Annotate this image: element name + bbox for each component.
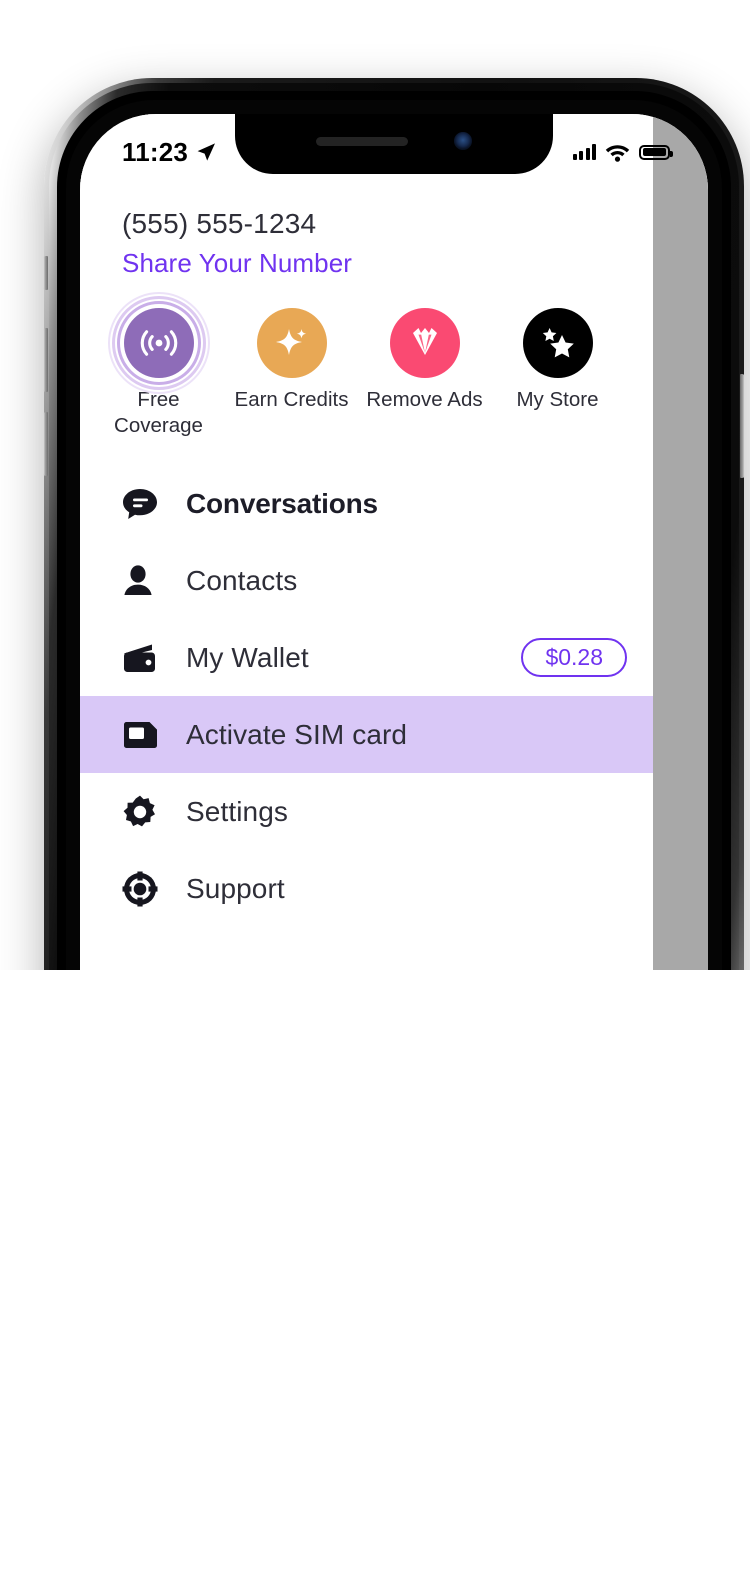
menu-item-label: My Wallet (186, 641, 309, 673)
quick-action-free-coverage[interactable]: Free Coverage (92, 292, 225, 439)
life-ring-icon (122, 871, 168, 907)
power-button[interactable] (740, 374, 745, 478)
earpiece-speaker (316, 136, 408, 146)
status-bar-left: 11:23 (122, 137, 217, 168)
quick-action-label: Remove Ads (366, 388, 483, 411)
menu-item-label: Contacts (186, 564, 298, 596)
volume-down-button[interactable] (43, 412, 48, 476)
quick-action-label-2: Coverage (114, 414, 203, 437)
menu-item-activate-sim-card[interactable]: Activate SIM card (80, 696, 653, 773)
quick-action-label: My Store (516, 388, 599, 411)
screenshot-bottom-edge (0, 970, 750, 1570)
menu-item-support[interactable]: Support (80, 850, 653, 927)
quick-action-my-store[interactable]: My Store (491, 301, 624, 439)
broadcast-signal-icon (123, 308, 194, 378)
quick-action-remove-ads[interactable]: Remove Ads (358, 301, 491, 439)
location-arrow-icon (197, 143, 216, 161)
silent-switch-button[interactable] (43, 256, 48, 290)
menu-item-label: Settings (186, 795, 288, 827)
phone-number: (555) 555-1234 (122, 208, 317, 239)
device-notch (235, 114, 553, 174)
drawer-menu-list: Conversations Contacts My Wallet $0.28 A… (80, 465, 653, 927)
sim-card-icon (122, 721, 168, 749)
wallet-icon (122, 642, 168, 674)
quick-actions-row: Free Coverage Earn Credits Remove Ads My… (80, 285, 653, 443)
diamond-icon (389, 308, 460, 378)
person-icon (122, 564, 168, 598)
battery-full-icon (639, 144, 673, 160)
menu-item-conversations[interactable]: Conversations (80, 465, 653, 542)
status-bar-right (572, 143, 673, 162)
volume-up-button[interactable] (43, 328, 48, 392)
stars-icon (522, 308, 593, 378)
chat-bubble-icon (122, 487, 168, 521)
front-camera (454, 132, 472, 150)
quick-action-label: Earn Credits (234, 388, 349, 411)
sparkle-icon (256, 308, 327, 378)
menu-item-label: Activate SIM card (186, 718, 408, 750)
share-number-link[interactable]: Share Your Number (122, 248, 653, 279)
clock-time: 11:23 (122, 136, 189, 167)
menu-item-settings[interactable]: Settings (80, 773, 653, 850)
menu-item-contacts[interactable]: Contacts (80, 542, 653, 619)
wallet-balance-badge: $0.28 (521, 638, 627, 677)
menu-item-label: Conversations (186, 487, 378, 519)
gear-icon (122, 794, 168, 830)
quick-action-earn-credits[interactable]: Earn Credits (225, 301, 358, 439)
wifi-icon (605, 144, 630, 162)
menu-item-my-wallet[interactable]: My Wallet $0.28 (80, 619, 653, 696)
phone-number-block: (555) 555-1234 Share Your Number (80, 176, 653, 285)
cellular-signal-icon (572, 144, 596, 160)
menu-item-label: Support (186, 872, 285, 904)
